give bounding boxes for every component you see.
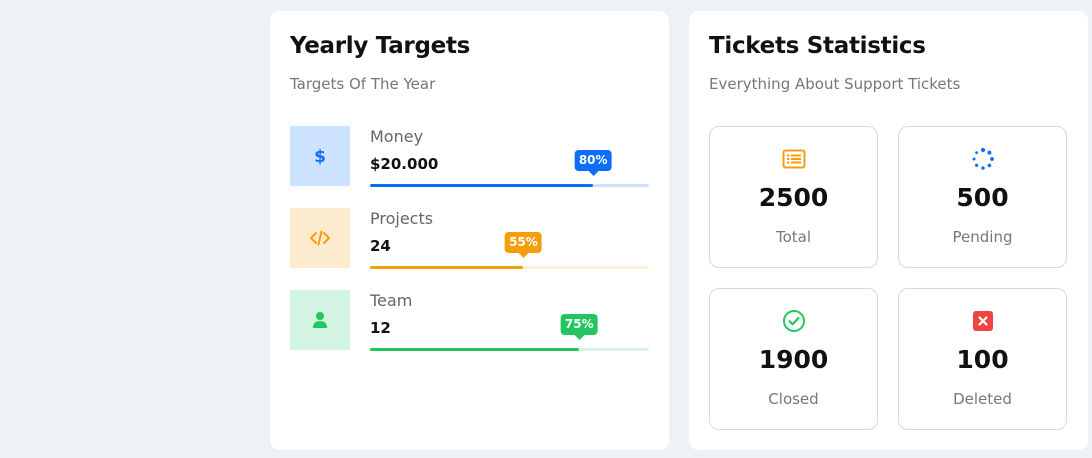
progress-percent-badge: 75% [560, 314, 598, 335]
target-money: $ Money $20.000 80% [290, 126, 649, 187]
ticket-stat-total: 2500 Total [709, 126, 878, 268]
target-projects: Projects 24 55% [290, 208, 649, 269]
progress-track: 55% [370, 232, 649, 269]
card-title: Tickets Statistics [709, 33, 926, 59]
ticket-count: 2500 [758, 183, 829, 212]
card-subtitle: Targets Of The Year [290, 75, 436, 93]
progress-fill [370, 348, 580, 351]
progress-percent-badge: 80% [574, 150, 612, 171]
ticket-label: Total [775, 228, 812, 246]
ticket-stat-deleted: 100 Deleted [898, 288, 1067, 430]
ticket-stat-pending: 500 Pending [898, 126, 1067, 268]
ticket-label: Closed [768, 390, 819, 408]
ticket-count: 100 [956, 345, 1009, 374]
ticket-stat-closed: 1900 Closed [709, 288, 878, 430]
dollar-icon: $ [314, 147, 326, 165]
check-circle-icon [782, 310, 805, 332]
card-title: Yearly Targets [290, 33, 471, 59]
progress-track: 75% [370, 314, 649, 351]
target-tile [290, 208, 350, 268]
ticket-label: Pending [952, 228, 1013, 246]
target-value: 24 [370, 237, 391, 255]
card-subtitle: Everything About Support Tickets [709, 75, 961, 93]
progress-track: 80% [370, 150, 649, 187]
target-value: 12 [370, 319, 391, 337]
target-label: Projects [370, 209, 434, 228]
target-label: Team [370, 291, 413, 310]
target-tile: $ [290, 126, 350, 186]
user-icon [313, 312, 327, 328]
target-label: Money [370, 127, 424, 146]
target-value: $20.000 [370, 155, 439, 173]
x-square-icon [972, 311, 993, 331]
ticket-count: 1900 [758, 345, 829, 374]
tickets-statistics-card: Tickets Statistics Everything About Supp… [689, 11, 1088, 450]
yearly-targets-card: Yearly Targets Targets Of The Year $ Mon… [270, 11, 669, 450]
target-team: Team 12 75% [290, 290, 649, 351]
list-icon [782, 149, 805, 169]
spinner-icon [972, 147, 994, 170]
code-icon [310, 230, 330, 246]
progress-percent-badge: 55% [505, 232, 542, 253]
target-tile [290, 290, 350, 350]
progress-fill [370, 184, 594, 187]
progress-fill [370, 266, 524, 269]
ticket-count: 500 [956, 183, 1009, 212]
ticket-label: Deleted [953, 390, 1012, 408]
svg-text:$: $ [314, 147, 326, 165]
